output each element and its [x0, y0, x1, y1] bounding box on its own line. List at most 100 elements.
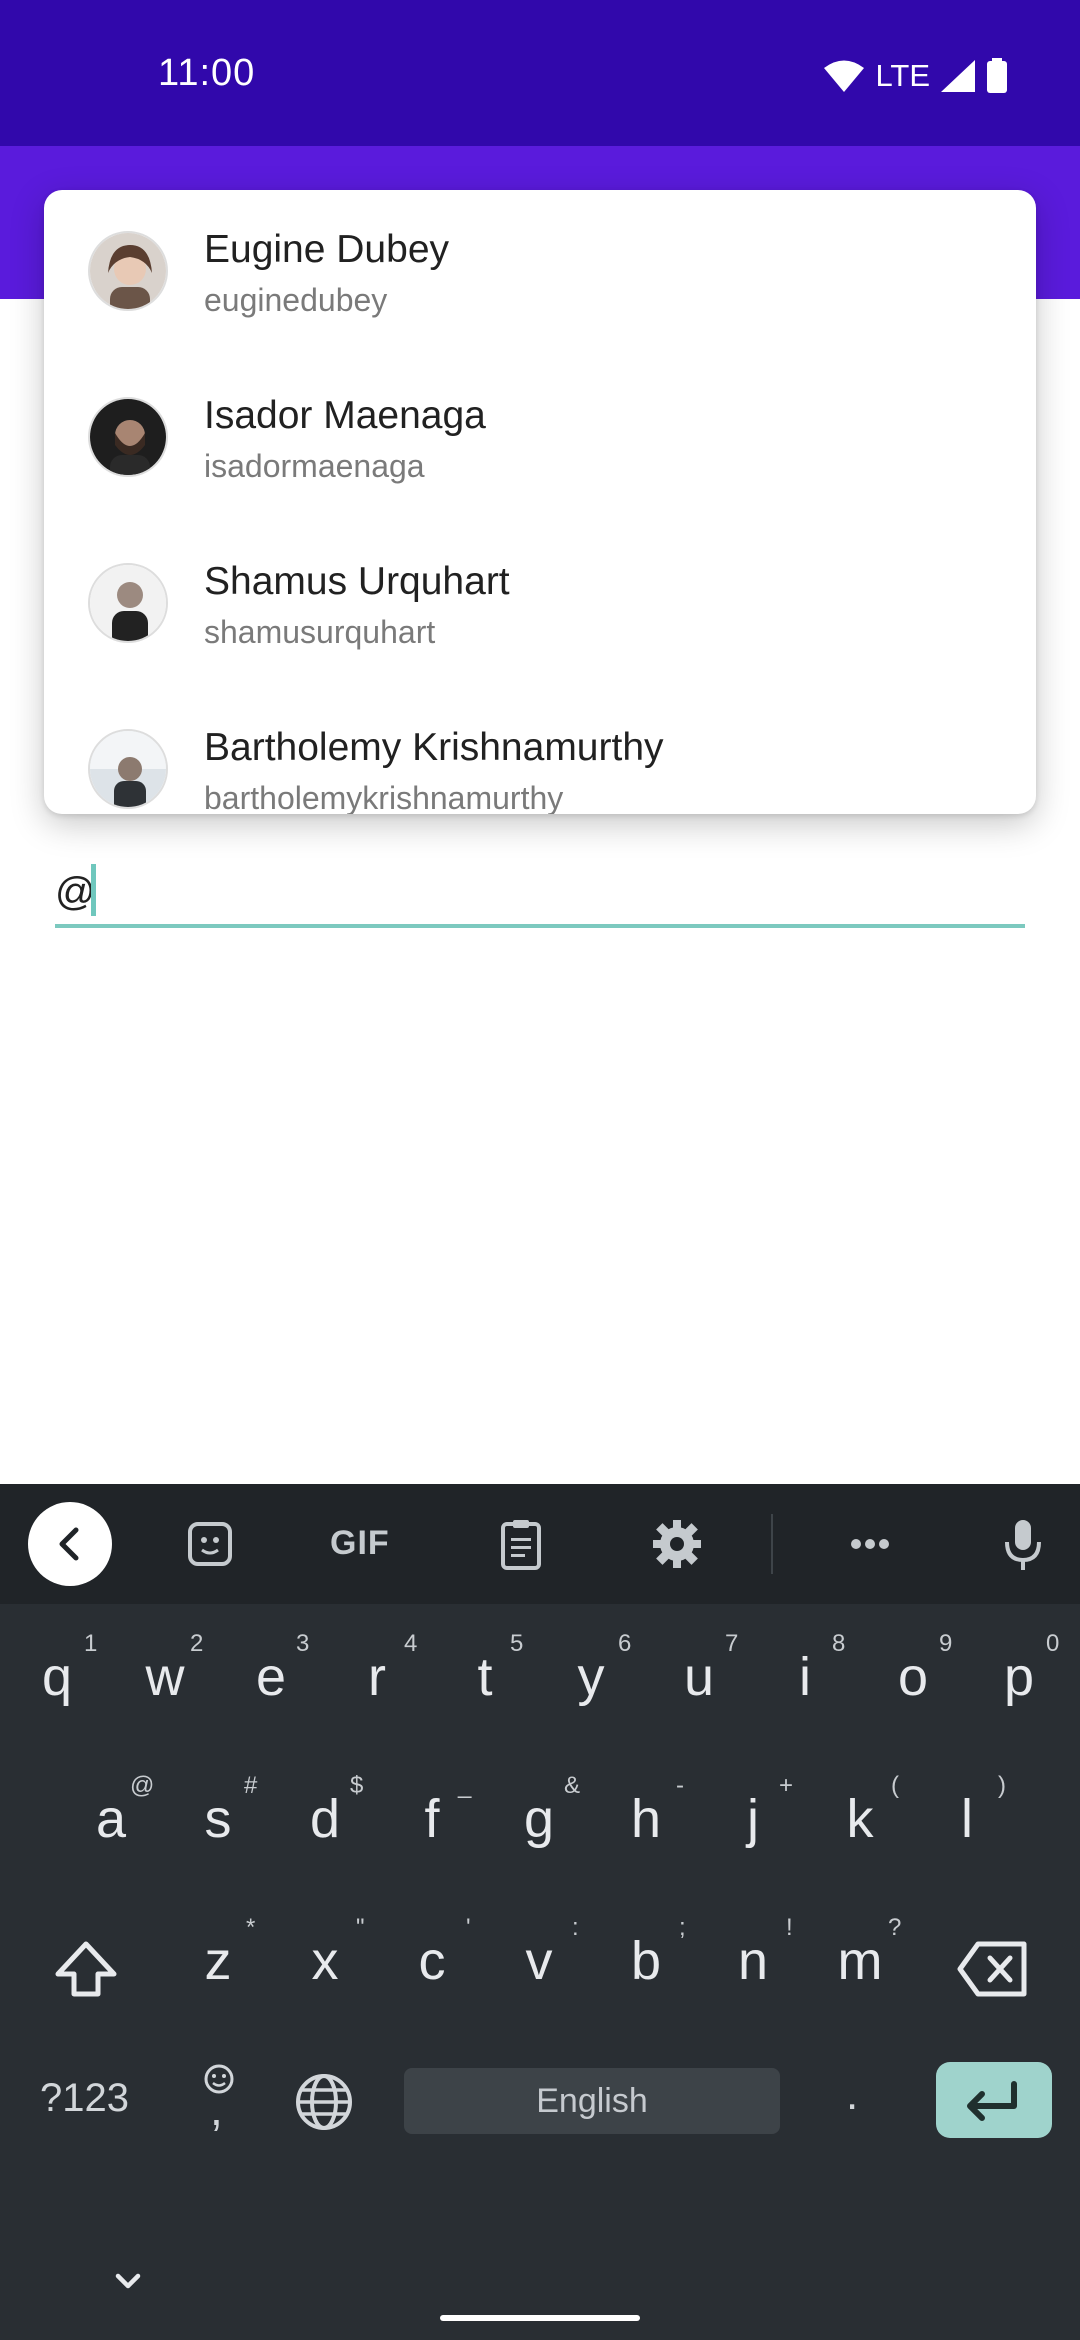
mention-input[interactable]: @	[55, 862, 1025, 932]
key-n[interactable]: n	[718, 1930, 788, 1992]
avatar	[88, 231, 168, 311]
key-hint: -	[676, 1772, 684, 1799]
signal-icon	[941, 60, 975, 92]
avatar	[88, 397, 168, 477]
status-time: 11:00	[158, 52, 256, 94]
key-hint: 0	[1046, 1630, 1060, 1657]
key-s[interactable]: s	[183, 1788, 253, 1850]
hide-keyboard-button[interactable]	[104, 2264, 152, 2300]
gesture-nav-handle[interactable]	[440, 2315, 640, 2321]
suggestion-name: Isador Maenaga	[204, 394, 486, 437]
chevron-down-icon	[115, 2273, 141, 2289]
enter-icon	[967, 2081, 1017, 2121]
avatar	[88, 563, 168, 643]
suggestion-username: shamusurquhart	[204, 614, 436, 650]
chevron-left-icon	[59, 1527, 79, 1561]
suggestion-item[interactable]: Eugine Dubey euginedubey	[44, 190, 1036, 356]
clipboard-icon[interactable]	[491, 1514, 551, 1574]
key-hint: _	[458, 1772, 472, 1799]
key-i[interactable]: i	[770, 1646, 840, 1708]
suggestion-name: Shamus Urquhart	[204, 560, 510, 603]
suggestion-item[interactable]: Isador Maenaga isadormaenaga	[44, 356, 1036, 522]
suggestion-item[interactable]: Bartholemy Krishnamurthy bartholemykrish…	[44, 688, 1036, 814]
key-k[interactable]: k	[825, 1788, 895, 1850]
suggestion-username: bartholemykrishnamurthy	[204, 780, 564, 814]
key-hint: 2	[190, 1630, 204, 1657]
shift-icon	[55, 1941, 117, 1997]
key-hint: @	[130, 1772, 155, 1799]
space-key[interactable]: English	[404, 2068, 780, 2134]
sticker-icon[interactable]	[180, 1514, 240, 1574]
comma-label: ,	[210, 2083, 223, 2135]
key-hint: 8	[832, 1630, 846, 1657]
backspace-icon	[957, 1941, 1027, 1997]
wifi-icon	[824, 60, 865, 92]
key-c[interactable]: c	[397, 1930, 467, 1992]
key-x[interactable]: x	[290, 1930, 360, 1992]
key-b[interactable]: b	[611, 1930, 681, 1992]
key-hint: 4	[404, 1630, 418, 1657]
key-hint: 5	[510, 1630, 524, 1657]
symbols-key[interactable]: ?123	[40, 2076, 129, 2121]
key-l[interactable]: l	[932, 1788, 1002, 1850]
key-hint: +	[779, 1772, 794, 1799]
enter-key[interactable]	[936, 2062, 1052, 2138]
soft-keyboard: GIF q 1 w 2 e 3 r 4 t 5 y 6 u 7 i 8 o 9 …	[0, 1484, 1080, 2340]
key-z[interactable]: z	[183, 1930, 253, 1992]
key-hint: 9	[939, 1630, 953, 1657]
gif-button[interactable]: GIF	[330, 1524, 390, 1563]
language-key[interactable]	[292, 2070, 356, 2134]
key-hint: 6	[618, 1630, 632, 1657]
mention-suggestions-popup: Eugine Dubey euginedubey Isador Maenaga …	[44, 190, 1036, 814]
toolbar-divider	[771, 1514, 773, 1574]
keyboard-toolbar: GIF	[0, 1484, 1080, 1604]
key-m[interactable]: m	[825, 1930, 895, 1992]
status-bar: 11:00 LTE	[0, 0, 1080, 146]
battery-icon	[987, 58, 1007, 93]
key-hint: '	[466, 1914, 471, 1941]
key-u[interactable]: u	[664, 1646, 734, 1708]
key-hint: 3	[296, 1630, 310, 1657]
globe-icon	[296, 2074, 352, 2130]
suggestion-name: Bartholemy Krishnamurthy	[204, 726, 664, 769]
key-hint: *	[246, 1914, 256, 1941]
key-hint: &	[564, 1772, 581, 1799]
suggestion-item[interactable]: Shamus Urquhart shamusurquhart	[44, 522, 1036, 688]
key-hint: ;	[679, 1914, 686, 1941]
network-type: LTE	[875, 58, 930, 93]
status-icons: LTE	[823, 56, 1008, 96]
input-underline	[55, 924, 1025, 928]
key-hint: 7	[725, 1630, 739, 1657]
more-options-icon[interactable]	[840, 1514, 900, 1574]
key-hint: $	[350, 1772, 364, 1799]
shift-key[interactable]	[50, 1934, 122, 2006]
key-v[interactable]: v	[504, 1930, 574, 1992]
key-hint: "	[356, 1914, 365, 1941]
key-r[interactable]: r	[342, 1646, 412, 1708]
mention-input-value: @	[55, 870, 96, 914]
key-hint: )	[998, 1772, 1006, 1799]
key-hint: !	[786, 1914, 793, 1941]
suggestion-username: isadormaenaga	[204, 448, 425, 484]
avatar	[88, 729, 168, 809]
key-f[interactable]: f	[397, 1788, 467, 1850]
comma-key[interactable]: ,	[196, 2062, 242, 2142]
key-hint: 1	[84, 1630, 98, 1657]
settings-gear-icon[interactable]	[647, 1514, 707, 1574]
suggestion-username: euginedubey	[204, 282, 388, 318]
key-o[interactable]: o	[878, 1646, 948, 1708]
key-hint: #	[244, 1772, 258, 1799]
microphone-icon[interactable]	[993, 1514, 1053, 1574]
key-q[interactable]: q	[22, 1646, 92, 1708]
key-p[interactable]: p	[984, 1646, 1054, 1708]
backspace-key[interactable]	[956, 1936, 1030, 2002]
text-caret	[91, 864, 96, 916]
key-hint: (	[891, 1772, 899, 1799]
period-key[interactable]: .	[846, 2070, 858, 2120]
key-h[interactable]: h	[611, 1788, 681, 1850]
key-j[interactable]: j	[718, 1788, 788, 1850]
key-hint: ?	[888, 1914, 902, 1941]
collapse-toolbar-button[interactable]	[28, 1502, 112, 1586]
key-y[interactable]: y	[556, 1646, 626, 1708]
suggestion-name: Eugine Dubey	[204, 228, 450, 271]
